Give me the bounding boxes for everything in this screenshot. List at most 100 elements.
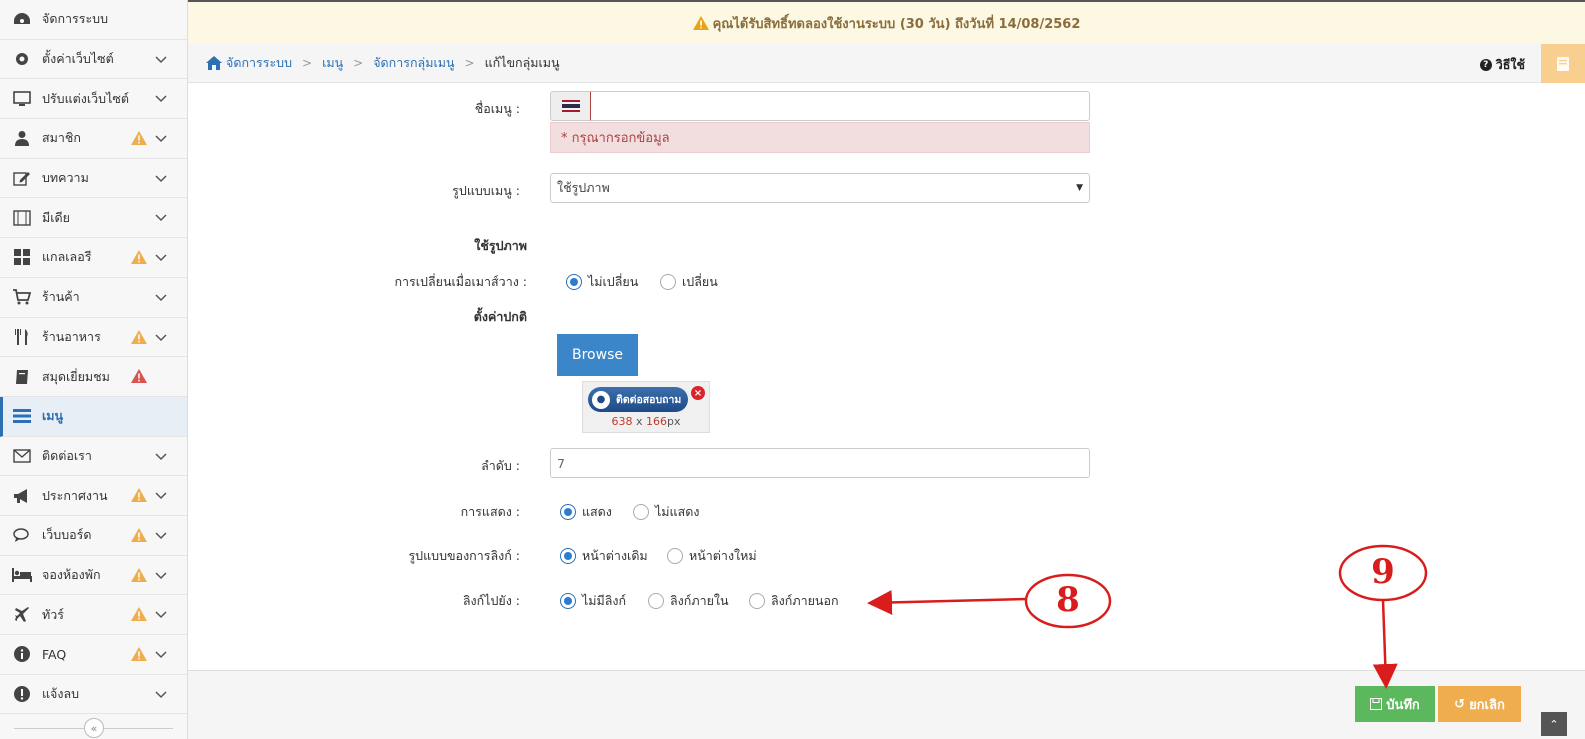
warning-icon: [131, 567, 147, 585]
radio-label: ไม่มีลิงก์: [582, 593, 627, 608]
sidebar-item[interactable]: แกลเลอรี: [0, 238, 187, 278]
radio-button[interactable]: [667, 548, 683, 564]
sidebar-item[interactable]: แจ้งลบ: [0, 675, 187, 715]
sidebar-item[interactable]: เมนู: [0, 396, 187, 437]
question-icon: ?: [1479, 59, 1492, 71]
sidebar-item[interactable]: มีเดีย: [0, 198, 187, 239]
breadcrumb-label: จัดการระบบ: [226, 55, 293, 70]
hover-option-no-change[interactable]: ไม่เปลี่ยน: [566, 272, 638, 292]
dimension-unit: px: [667, 415, 681, 428]
cancel-label: ยกเลิก: [1469, 697, 1505, 713]
sidebar-item[interactable]: จัดการระบบ: [0, 0, 187, 40]
floppy-icon: [1370, 698, 1383, 710]
menu-type-select[interactable]: ใช้รูปภาพ ▼: [550, 173, 1090, 203]
radio-label: ลิงก์ภายใน: [670, 593, 729, 608]
step-8-arrow: [867, 589, 1027, 615]
chevron-down-icon[interactable]: [155, 172, 167, 186]
chevron-down-icon[interactable]: [155, 291, 167, 305]
radio-button[interactable]: [648, 593, 664, 609]
warning-icon: [131, 329, 147, 347]
sidebar-item[interactable]: เว็บบอร์ด: [0, 516, 187, 556]
sidebar-item[interactable]: ร้านอาหาร: [0, 318, 187, 358]
sidebar-item[interactable]: ประกาศงาน: [0, 476, 187, 516]
manual-button[interactable]: [1541, 44, 1585, 83]
radio-label: แสดง: [582, 504, 612, 519]
chevron-down-icon[interactable]: [155, 53, 167, 67]
scroll-to-top-button[interactable]: ⌃: [1541, 712, 1567, 736]
link-to-none[interactable]: ไม่มีลิงก์: [560, 591, 626, 611]
radio-button[interactable]: [560, 548, 576, 564]
radio-button[interactable]: [749, 593, 765, 609]
link-to-external[interactable]: ลิงก์ภายนอก: [749, 591, 839, 611]
radio-label: หน้าต่างใหม่: [689, 548, 757, 563]
chevron-down-icon[interactable]: [155, 529, 167, 543]
radio-button[interactable]: [566, 274, 582, 290]
link-to-internal[interactable]: ลิงก์ภายใน: [648, 591, 729, 611]
radio-button[interactable]: [560, 504, 576, 520]
info-icon: [12, 645, 32, 663]
sidebar-item[interactable]: บทความ: [0, 159, 187, 199]
sidebar-item-label: ปรับแต่งเว็บไซต์: [42, 90, 129, 106]
image-dimensions: 638 x 166px: [583, 415, 709, 428]
sidebar-item-label: สมุดเยี่ยมชม: [42, 368, 110, 384]
hover-option-change[interactable]: เปลี่ยน: [660, 272, 718, 292]
breadcrumb-home[interactable]: จัดการระบบ: [206, 53, 292, 73]
sidebar-collapse-button[interactable]: «: [84, 718, 104, 738]
sidebar: จัดการระบบตั้งค่าเว็บไซต์ปรับแต่งเว็บไซต…: [0, 0, 188, 739]
dimension-separator: x: [635, 415, 643, 428]
breadcrumb-menu-groups[interactable]: จัดการกลุ่มเมนู: [373, 53, 454, 73]
chevron-down-icon[interactable]: [155, 92, 167, 106]
chevron-down-icon[interactable]: [155, 132, 167, 146]
chevron-down-icon[interactable]: [155, 569, 167, 583]
sidebar-item-label: ตั้งค่าเว็บไซต์: [42, 51, 114, 67]
help-link[interactable]: ? วิธีใช้: [1479, 55, 1525, 75]
chevron-down-icon[interactable]: [155, 211, 167, 225]
comments-icon: [12, 526, 32, 544]
breadcrumb-current: แก้ไขกลุ่มเมนู: [484, 55, 560, 70]
chevron-down-icon[interactable]: [155, 251, 167, 265]
sidebar-item[interactable]: สมุดเยี่ยมชม: [0, 357, 187, 397]
display-label: การแสดง :: [460, 504, 520, 519]
remove-image-icon[interactable]: ×: [691, 386, 705, 400]
sidebar-item-label: มีเดีย: [42, 209, 70, 225]
link-type-same-window[interactable]: หน้าต่างเดิม: [560, 546, 648, 566]
chevron-down-icon[interactable]: [155, 648, 167, 662]
user-icon: [12, 129, 32, 147]
cancel-button[interactable]: ↺ ยกเลิก: [1438, 686, 1521, 722]
home-icon: [206, 56, 222, 70]
cutlery-icon: [12, 328, 32, 346]
radio-button[interactable]: [633, 504, 649, 520]
sidebar-item[interactable]: ติดต่อเรา: [0, 437, 187, 477]
trial-notice-text: คุณได้รับสิทธิ์ทดลองใช้งานระบบ (30 วัน) …: [712, 16, 1081, 32]
sidebar-item[interactable]: FAQ: [0, 635, 187, 675]
menu-name-input[interactable]: [591, 91, 1090, 121]
order-input[interactable]: 7: [550, 448, 1090, 478]
save-button[interactable]: บันทึก: [1355, 686, 1435, 722]
radio-button[interactable]: [660, 274, 676, 290]
step-8-number: 8: [1056, 580, 1080, 620]
sidebar-item-label: บทความ: [42, 170, 89, 186]
chevron-down-icon[interactable]: [155, 688, 167, 702]
sidebar-item[interactable]: ร้านค้า: [0, 278, 187, 318]
sidebar-item[interactable]: ตั้งค่าเว็บไซต์: [0, 40, 187, 80]
chevron-down-icon[interactable]: [155, 608, 167, 622]
sidebar-menu: จัดการระบบตั้งค่าเว็บไซต์ปรับแต่งเว็บไซต…: [0, 0, 187, 715]
radio-button[interactable]: [560, 593, 576, 609]
sidebar-item[interactable]: ทัวร์: [0, 595, 187, 635]
language-flag-addon: [550, 91, 592, 121]
cart-icon: [12, 288, 32, 306]
display-option-show[interactable]: แสดง: [560, 502, 612, 522]
sidebar-item[interactable]: สมาชิก: [0, 119, 187, 159]
link-type-new-window[interactable]: หน้าต่างใหม่: [667, 546, 757, 566]
image-width: 638: [611, 415, 633, 428]
hover-change-label: การเปลี่ยนเมื่อเมาส์วาง :: [394, 274, 527, 289]
display-option-hide[interactable]: ไม่แสดง: [633, 502, 699, 522]
sidebar-item-label: FAQ: [42, 646, 67, 662]
chevron-down-icon[interactable]: [155, 331, 167, 345]
breadcrumb-menu[interactable]: เมนู: [322, 53, 343, 73]
sidebar-item[interactable]: จองห้องพัก: [0, 556, 187, 596]
sidebar-item[interactable]: ปรับแต่งเว็บไซต์: [0, 79, 187, 120]
chevron-down-icon[interactable]: [155, 489, 167, 503]
chevron-down-icon[interactable]: [155, 450, 167, 464]
browse-button[interactable]: Browse: [557, 334, 638, 376]
